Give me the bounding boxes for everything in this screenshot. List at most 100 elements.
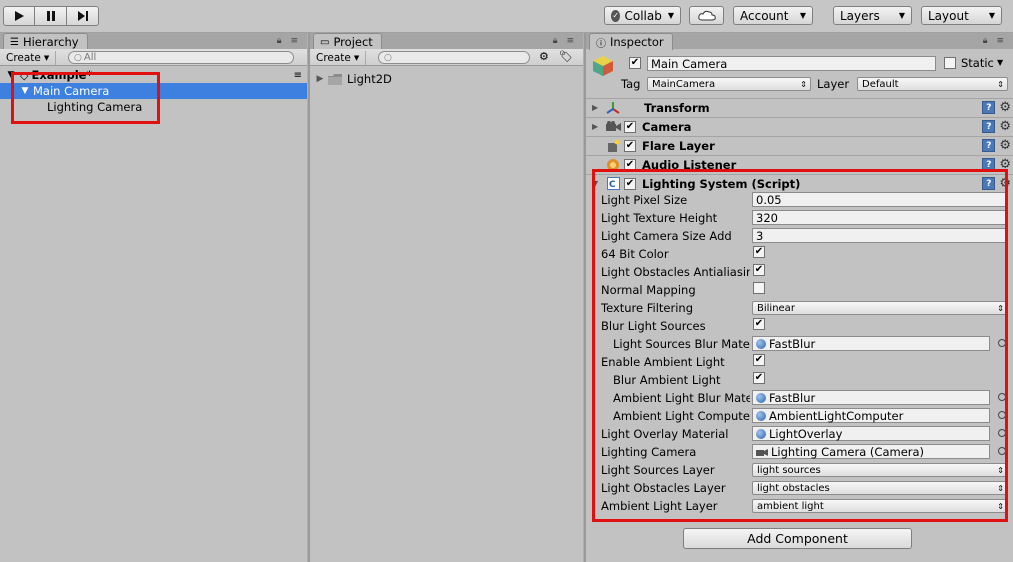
property-dropdown[interactable]: light obstacles ⇕ (752, 481, 1008, 495)
tag-dropdown[interactable]: MainCamera ⇕ (647, 77, 811, 91)
add-component-label: Add Component (747, 531, 848, 546)
chevron-down-icon: ▼ (43, 54, 50, 62)
create-dropdown[interactable]: Create ▼ (6, 51, 57, 65)
static-label: Static (961, 56, 994, 70)
property-object-field[interactable]: LightOverlay (752, 426, 990, 441)
property-dropdown[interactable]: Bilinear ⇕ (752, 301, 1008, 315)
property-row: Light Obstacles Layer light obstacles ⇕ (0, 479, 1013, 497)
component-name: Lighting System (Script) (642, 176, 801, 191)
cloud-button[interactable] (689, 6, 724, 25)
help-icon[interactable]: ? (982, 120, 996, 133)
property-label: Light Obstacles Antialiasing (601, 265, 750, 279)
add-component-button[interactable]: Add Component (683, 528, 912, 549)
component-enabled-checkbox[interactable]: ✔ (624, 139, 636, 152)
component-transform[interactable]: ▶ Transform ? ⚙ (586, 98, 1013, 116)
gear-icon[interactable]: ⚙ (999, 157, 1011, 172)
fold-arrow-icon[interactable]: ▶ (592, 122, 602, 131)
filter-by-label-icon[interactable]: 🏷︎ (559, 50, 573, 63)
help-icon[interactable]: ? (982, 101, 996, 114)
filter-by-type-icon[interactable]: ⚙ (539, 50, 549, 63)
component-flare-layer[interactable]: ✔ Flare Layer ? ⚙ (586, 136, 1013, 154)
gear-icon[interactable]: ⚙ (999, 100, 1011, 115)
property-label: Light Pixel Size (601, 193, 688, 207)
panel-menu-icon[interactable]: 🔒︎ ≡ (983, 36, 1007, 46)
material-icon (756, 338, 766, 349)
scene-menu-icon[interactable]: ≡ (294, 70, 302, 81)
component-name: Camera (642, 119, 692, 134)
object-picker-icon[interactable] (998, 393, 1006, 401)
panel-menu-icon[interactable]: 🔒︎ ≡ (277, 36, 301, 46)
component-lighting-system[interactable]: ▼ C ✔ Lighting System (Script) ? ⚙ (586, 174, 1013, 192)
property-checkbox[interactable]: ✔ (753, 372, 765, 384)
property-text-input[interactable]: 320 (752, 210, 1008, 225)
scene-row[interactable]: ▼ ◇ Example* ≡ (0, 67, 307, 83)
layer-dropdown[interactable]: Default ⇕ (857, 77, 1008, 91)
collab-label: Collab (624, 8, 662, 23)
property-object-field[interactable]: FastBlur (752, 390, 990, 405)
component-enabled-checkbox[interactable]: ✔ (624, 158, 636, 171)
property-row: Ambient Light Blur Material FastBlur (0, 389, 1013, 407)
object-picker-icon[interactable] (998, 411, 1006, 419)
layout-dropdown[interactable]: Layout ▼ (921, 6, 1002, 25)
help-icon[interactable]: ? (982, 139, 996, 152)
gear-icon[interactable]: ⚙ (999, 119, 1011, 134)
property-checkbox[interactable]: ✔ (753, 246, 765, 258)
gear-icon[interactable]: ⚙ (999, 176, 1011, 191)
hierarchy-item-label: Lighting Camera (47, 100, 143, 114)
tab-project[interactable]: ▭ Project (313, 33, 382, 50)
tab-inspector[interactable]: ⓘ Inspector (589, 33, 673, 50)
property-text-input[interactable]: 0.05 (752, 192, 1008, 207)
object-picker-icon[interactable] (998, 339, 1006, 347)
object-picker-icon[interactable] (998, 447, 1006, 455)
folder-label: Light2D (347, 72, 392, 86)
property-object-field[interactable]: FastBlur (752, 336, 990, 351)
account-label: Account (740, 8, 789, 23)
property-object-field[interactable]: AmbientLightComputer (752, 408, 990, 423)
hierarchy-item-main-camera[interactable]: ▼ Main Camera (0, 83, 307, 99)
hierarchy-search-input[interactable]: ○ All (68, 51, 294, 64)
property-text-input[interactable]: 3 (752, 228, 1008, 243)
chevron-updown-icon: ⇕ (997, 465, 1004, 475)
pause-button[interactable] (35, 6, 67, 26)
property-object-field[interactable]: Lighting Camera (Camera) (752, 444, 990, 459)
play-button[interactable] (3, 6, 35, 26)
property-dropdown[interactable]: ambient light ⇕ (752, 499, 1008, 513)
active-checkbox[interactable]: ✔ (629, 57, 641, 69)
fold-arrow-icon[interactable]: ▼ (592, 179, 602, 188)
hierarchy-item-lighting-camera[interactable]: Lighting Camera (0, 99, 307, 115)
gear-icon[interactable]: ⚙ (999, 138, 1011, 153)
project-search-input[interactable]: ○ (378, 51, 530, 64)
property-row: Light Pixel Size 0.05 (0, 191, 1013, 209)
layers-dropdown[interactable]: Layers ▼ (833, 6, 912, 25)
property-label: Lighting Camera (601, 445, 697, 459)
static-checkbox[interactable] (944, 57, 956, 69)
panel-menu-icon[interactable]: 🔒︎ ≡ (553, 36, 577, 46)
create-dropdown[interactable]: Create ▼ (316, 51, 367, 65)
component-enabled-checkbox[interactable]: ✔ (624, 120, 636, 133)
property-checkbox[interactable]: ✔ (753, 264, 765, 276)
component-audio-listener[interactable]: ✔ Audio Listener ? ⚙ (586, 155, 1013, 173)
help-icon[interactable]: ? (982, 158, 996, 171)
playback-controls (3, 6, 99, 26)
tag-label: Tag (621, 77, 641, 91)
expand-arrow-icon[interactable]: ▼ (5, 70, 17, 80)
account-dropdown[interactable]: Account ▼ (733, 6, 813, 25)
project-folder-light2d[interactable]: ▶ Light2D (310, 71, 583, 87)
object-name-input[interactable]: Main Camera (647, 56, 936, 71)
object-picker-icon[interactable] (998, 429, 1006, 437)
property-checkbox[interactable]: ✔ (753, 354, 765, 366)
collab-button[interactable]: ✓ Collab ▼ (604, 6, 681, 25)
fold-arrow-icon[interactable]: ▶ (592, 103, 602, 112)
static-dropdown-icon[interactable]: ▼ (997, 58, 1003, 67)
component-camera[interactable]: ▶ ✔ Camera ? ⚙ (586, 117, 1013, 135)
property-checkbox[interactable] (753, 282, 765, 294)
expand-arrow-icon[interactable]: ▶ (314, 74, 326, 84)
tab-hierarchy[interactable]: ☰ Hierarchy (3, 33, 88, 50)
property-checkbox[interactable]: ✔ (753, 318, 765, 330)
step-button[interactable] (67, 6, 99, 26)
expand-arrow-icon[interactable]: ▼ (19, 86, 31, 96)
component-enabled-checkbox[interactable]: ✔ (624, 177, 636, 190)
help-icon[interactable]: ? (982, 177, 996, 190)
layer-value: Default (862, 78, 899, 90)
property-dropdown[interactable]: light sources ⇕ (752, 463, 1008, 477)
